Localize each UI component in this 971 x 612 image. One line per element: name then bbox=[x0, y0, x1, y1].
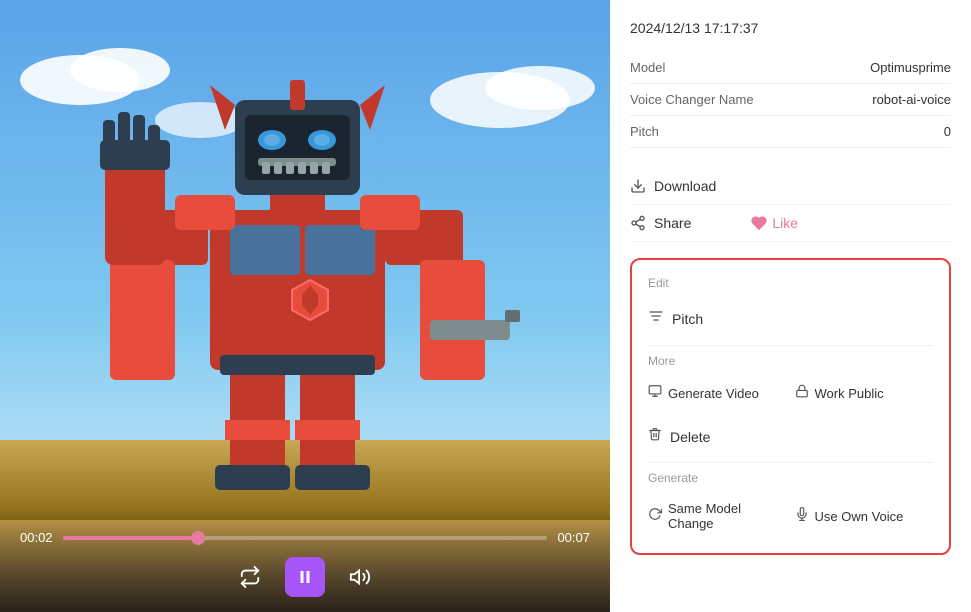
like-label: Like bbox=[772, 215, 798, 231]
video-controls: 00:02 00:07 bbox=[0, 510, 610, 612]
same-model-icon bbox=[648, 507, 662, 526]
model-label: Model bbox=[630, 60, 665, 75]
generate-video-item[interactable]: Generate Video bbox=[648, 378, 787, 409]
same-model-label: Same Model Change bbox=[668, 501, 787, 531]
generate-grid: Same Model Change Use Own Voice bbox=[648, 495, 933, 537]
share-icon bbox=[630, 215, 646, 231]
divider-1 bbox=[648, 345, 933, 346]
use-own-voice-item[interactable]: Use Own Voice bbox=[795, 495, 934, 537]
generate-section-label: Generate bbox=[648, 471, 933, 485]
pitch-edit-icon bbox=[648, 308, 664, 329]
delete-item[interactable]: Delete bbox=[648, 419, 933, 454]
progress-thumb bbox=[191, 531, 205, 545]
edit-box: Edit Pitch More bbox=[630, 258, 951, 555]
more-section-label: More bbox=[648, 354, 933, 368]
divider-2 bbox=[648, 462, 933, 463]
progress-bar-area[interactable]: 00:02 00:07 bbox=[20, 530, 590, 545]
delete-label: Delete bbox=[670, 429, 710, 445]
like-button[interactable]: Like bbox=[751, 215, 798, 231]
work-public-label: Work Public bbox=[815, 386, 884, 401]
total-time: 00:07 bbox=[557, 530, 590, 545]
same-model-item[interactable]: Same Model Change bbox=[648, 495, 787, 537]
pitch-edit-label: Pitch bbox=[672, 311, 703, 327]
use-own-voice-icon bbox=[795, 507, 809, 526]
progress-fill bbox=[63, 536, 199, 540]
work-public-icon bbox=[795, 384, 809, 403]
edit-section-label: Edit bbox=[648, 276, 933, 290]
voice-changer-row: Voice Changer Name robot-ai-voice bbox=[630, 84, 951, 116]
current-time: 00:02 bbox=[20, 530, 53, 545]
pitch-edit-item[interactable]: Pitch bbox=[648, 300, 933, 337]
video-panel: 00:02 00:07 bbox=[0, 0, 610, 612]
use-own-voice-label: Use Own Voice bbox=[815, 509, 904, 524]
pause-button[interactable] bbox=[285, 557, 325, 597]
download-row[interactable]: Download bbox=[630, 168, 951, 205]
timestamp: 2024/12/13 17:17:37 bbox=[630, 20, 951, 36]
progress-track[interactable] bbox=[63, 536, 548, 540]
voice-changer-value: robot-ai-voice bbox=[872, 92, 951, 107]
right-panel: 2024/12/13 17:17:37 Model Optimusprime V… bbox=[610, 0, 971, 612]
volume-button[interactable] bbox=[345, 562, 375, 592]
more-grid: Generate Video Work Public bbox=[648, 378, 933, 409]
generate-video-icon bbox=[648, 384, 662, 403]
download-label: Download bbox=[654, 178, 716, 194]
pitch-value: 0 bbox=[944, 124, 951, 139]
share-label: Share bbox=[654, 215, 691, 231]
pitch-info-row: Pitch 0 bbox=[630, 116, 951, 148]
share-like-row: Share Like bbox=[630, 205, 951, 242]
repeat-button[interactable] bbox=[235, 562, 265, 592]
model-value: Optimusprime bbox=[870, 60, 951, 75]
generate-video-label: Generate Video bbox=[668, 386, 759, 401]
download-icon bbox=[630, 178, 646, 194]
model-row: Model Optimusprime bbox=[630, 52, 951, 84]
voice-changer-label: Voice Changer Name bbox=[630, 92, 754, 107]
pitch-label: Pitch bbox=[630, 124, 659, 139]
delete-icon bbox=[648, 427, 662, 446]
info-table: Model Optimusprime Voice Changer Name ro… bbox=[630, 52, 951, 148]
work-public-item[interactable]: Work Public bbox=[795, 378, 934, 409]
control-buttons bbox=[20, 557, 590, 597]
